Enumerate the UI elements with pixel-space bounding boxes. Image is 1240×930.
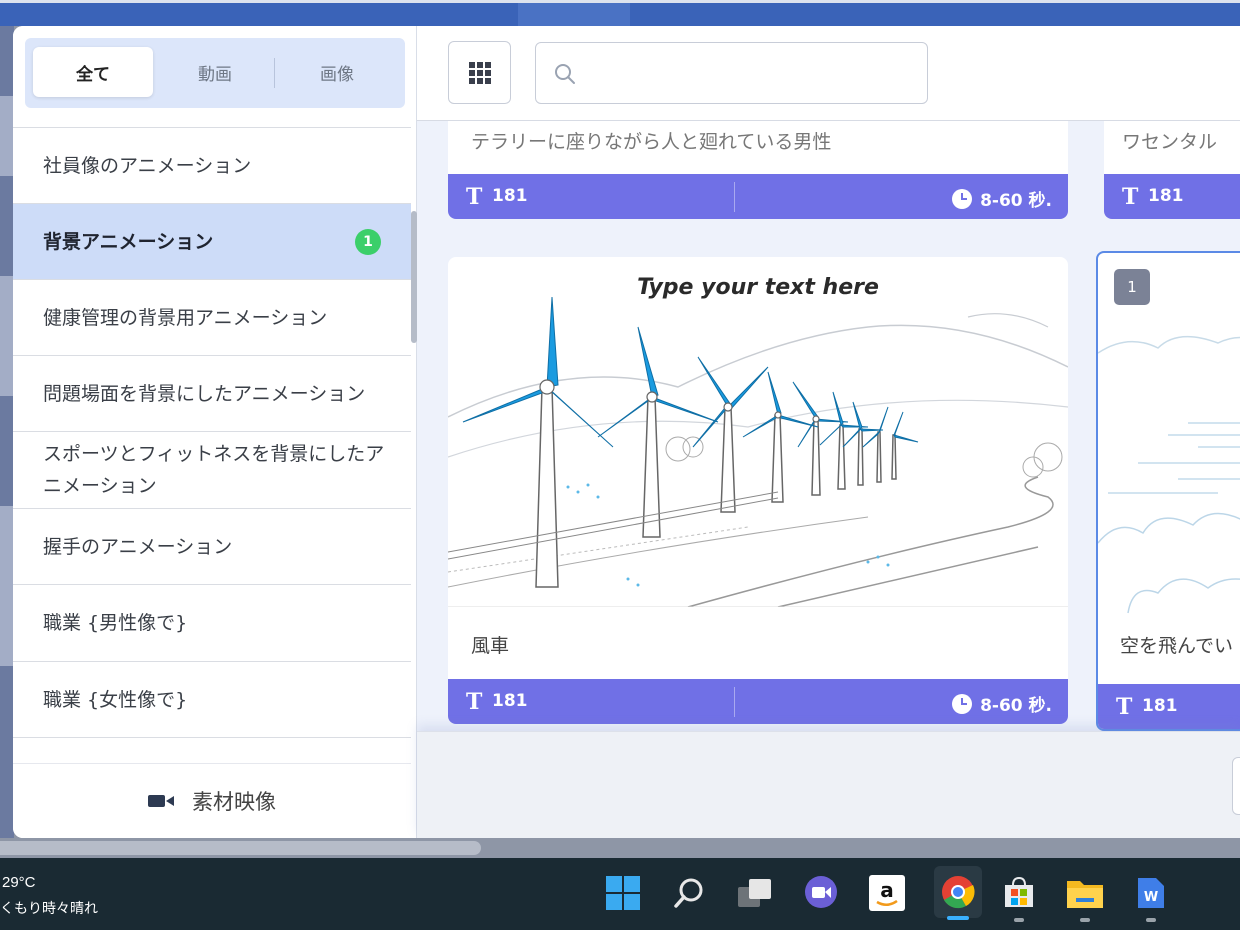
card-title: ワセンタル	[1122, 131, 1218, 153]
card-title: テラリーに座りながら人と廻れている男性	[471, 131, 832, 153]
tab-all[interactable]: 全て	[33, 47, 153, 97]
text-count: 181	[1148, 186, 1184, 206]
media-card[interactable]: テラリーに座りながら人と廻れている男性 T 181 8-60 秒.	[448, 121, 1068, 219]
running-app-indicator	[1080, 918, 1090, 922]
category-item-active[interactable]: 背景アニメーション 1	[13, 204, 411, 280]
meet-app-button[interactable]	[802, 874, 840, 912]
amazon-app-button[interactable]: a	[868, 874, 906, 912]
weather-description[interactable]: くもり時々晴れ	[0, 898, 98, 918]
file-explorer-button[interactable]	[1066, 874, 1104, 922]
chrome-app-button[interactable]	[934, 866, 982, 920]
category-list: 社員像のアニメーション 背景アニメーション 1 健康管理の背景用アニメーション …	[13, 126, 411, 764]
task-view-icon	[738, 879, 771, 907]
search-icon	[674, 878, 703, 908]
category-label: 背景アニメーション	[43, 230, 214, 253]
media-card[interactable]: ワセンタル T 181	[1104, 121, 1240, 219]
media-library-modal: 全て 動画 画像 社員像のアニメーション 背景アニメーション 1 健康管理の背景…	[13, 26, 1240, 838]
media-grid: テラリーに座りながら人と廻れている男性 T 181 8-60 秒. ワセンタル …	[417, 121, 1240, 731]
media-card-selected[interactable]: 1 空を飛んでい T 181	[1096, 251, 1240, 731]
duration: 8-60 秒.	[952, 186, 1052, 211]
store-app-button[interactable]	[1000, 874, 1038, 922]
tab-divider	[274, 58, 275, 88]
tab-image[interactable]: 画像	[277, 47, 397, 97]
horizontal-scrollbar	[0, 838, 1240, 858]
search-icon	[555, 64, 575, 84]
category-label: 問題場面を背景にしたアニメーション	[43, 382, 366, 405]
clock-icon	[952, 188, 973, 209]
svg-text:W: W	[1144, 890, 1158, 905]
text-count: 181	[1142, 696, 1178, 716]
category-item[interactable]: 社員像のアニメーション	[13, 128, 411, 204]
card-title: 空を飛んでい	[1120, 635, 1234, 657]
active-app-indicator	[947, 916, 969, 920]
writer-app-button[interactable]: W	[1132, 874, 1170, 922]
category-panel: 全て 動画 画像 社員像のアニメーション 背景アニメーション 1 健康管理の背景…	[13, 26, 417, 838]
text-count: 181	[492, 691, 528, 711]
stock-footage-button[interactable]: 素材映像	[13, 763, 411, 838]
weather-temperature[interactable]: 29°C	[2, 874, 36, 891]
category-item[interactable]: 職業 {女性像で}	[13, 662, 411, 738]
clock-icon	[952, 693, 973, 714]
windows-taskbar: 29°C くもり時々晴れ a W	[0, 858, 1240, 930]
amazon-icon: a	[869, 875, 905, 911]
stock-footage-label: 素材映像	[192, 790, 276, 814]
category-item[interactable]: 職業 {男性像で}	[13, 585, 411, 662]
video-camera-icon	[148, 795, 174, 807]
tab-video[interactable]: 動画	[155, 47, 275, 97]
grid-icon	[468, 61, 491, 84]
search-box	[535, 42, 928, 104]
category-label: 社員像のアニメーション	[43, 154, 252, 177]
results-toolbar	[417, 26, 1240, 121]
selection-footer	[417, 731, 1240, 838]
text-icon: T	[1116, 694, 1133, 720]
card-info-bar: T 181 8-60 秒.	[448, 679, 1068, 724]
card-title: 風車	[471, 635, 510, 657]
category-item[interactable]: 健康管理の背景用アニメーション	[13, 280, 411, 356]
card-info-bar: T 181 8-60 秒.	[448, 174, 1068, 219]
text-icon: T	[466, 689, 483, 715]
duration-label: 8-60 秒.	[980, 696, 1052, 716]
footer-action-button[interactable]	[1232, 757, 1240, 815]
text-icon: T	[1122, 184, 1139, 210]
search-input[interactable]	[586, 43, 916, 103]
horizontal-scrollbar-thumb[interactable]	[0, 841, 481, 855]
duration: 8-60 秒.	[952, 691, 1052, 716]
card-info-bar: T 181	[1098, 684, 1240, 729]
svg-text:a: a	[880, 878, 894, 902]
media-results-panel: テラリーに座りながら人と廻れている男性 T 181 8-60 秒. ワセンタル …	[417, 26, 1240, 838]
text-count: 181	[492, 186, 528, 206]
meet-chat-icon	[805, 876, 837, 908]
duration-label: 8-60 秒.	[980, 191, 1052, 211]
category-label: 職業 {女性像で}	[43, 688, 188, 711]
category-label: スポーツとフィットネスを背景にしたアニメーション	[43, 443, 385, 497]
category-label: 職業 {男性像で}	[43, 612, 188, 634]
start-button[interactable]	[604, 874, 642, 912]
chrome-icon	[942, 876, 975, 909]
category-count-badge: 1	[355, 228, 381, 255]
category-item[interactable]: 握手のアニメーション	[13, 509, 411, 585]
text-icon: T	[466, 184, 483, 210]
category-label: 健康管理の背景用アニメーション	[43, 306, 328, 329]
running-app-indicator	[1146, 918, 1156, 922]
task-view-button[interactable]	[736, 874, 774, 912]
microsoft-store-icon	[1005, 876, 1033, 907]
writer-document-icon: W	[1138, 878, 1164, 908]
sky-illustration	[1098, 335, 1240, 614]
card-info-bar: T 181	[1104, 174, 1240, 219]
windows-start-icon	[606, 876, 640, 910]
media-card-windmill[interactable]: Type your text here 風車 T 181 8-60 秒.	[448, 257, 1068, 724]
running-app-indicator	[1014, 918, 1024, 922]
taskbar-search-button[interactable]	[670, 874, 708, 912]
media-type-filter: 全て 動画 画像	[25, 38, 405, 108]
grid-view-button[interactable]	[448, 41, 511, 104]
category-item[interactable]: スポーツとフィットネスを背景にしたアニメーション	[13, 432, 411, 509]
browser-top-strip	[0, 0, 1240, 26]
background-edge	[0, 26, 14, 838]
browser-tab-highlight[interactable]	[518, 3, 630, 26]
windmill-illustration	[448, 297, 1068, 607]
folder-icon	[1067, 881, 1103, 908]
category-label: 握手のアニメーション	[43, 535, 233, 558]
category-item[interactable]: 問題場面を背景にしたアニメーション	[13, 356, 411, 432]
